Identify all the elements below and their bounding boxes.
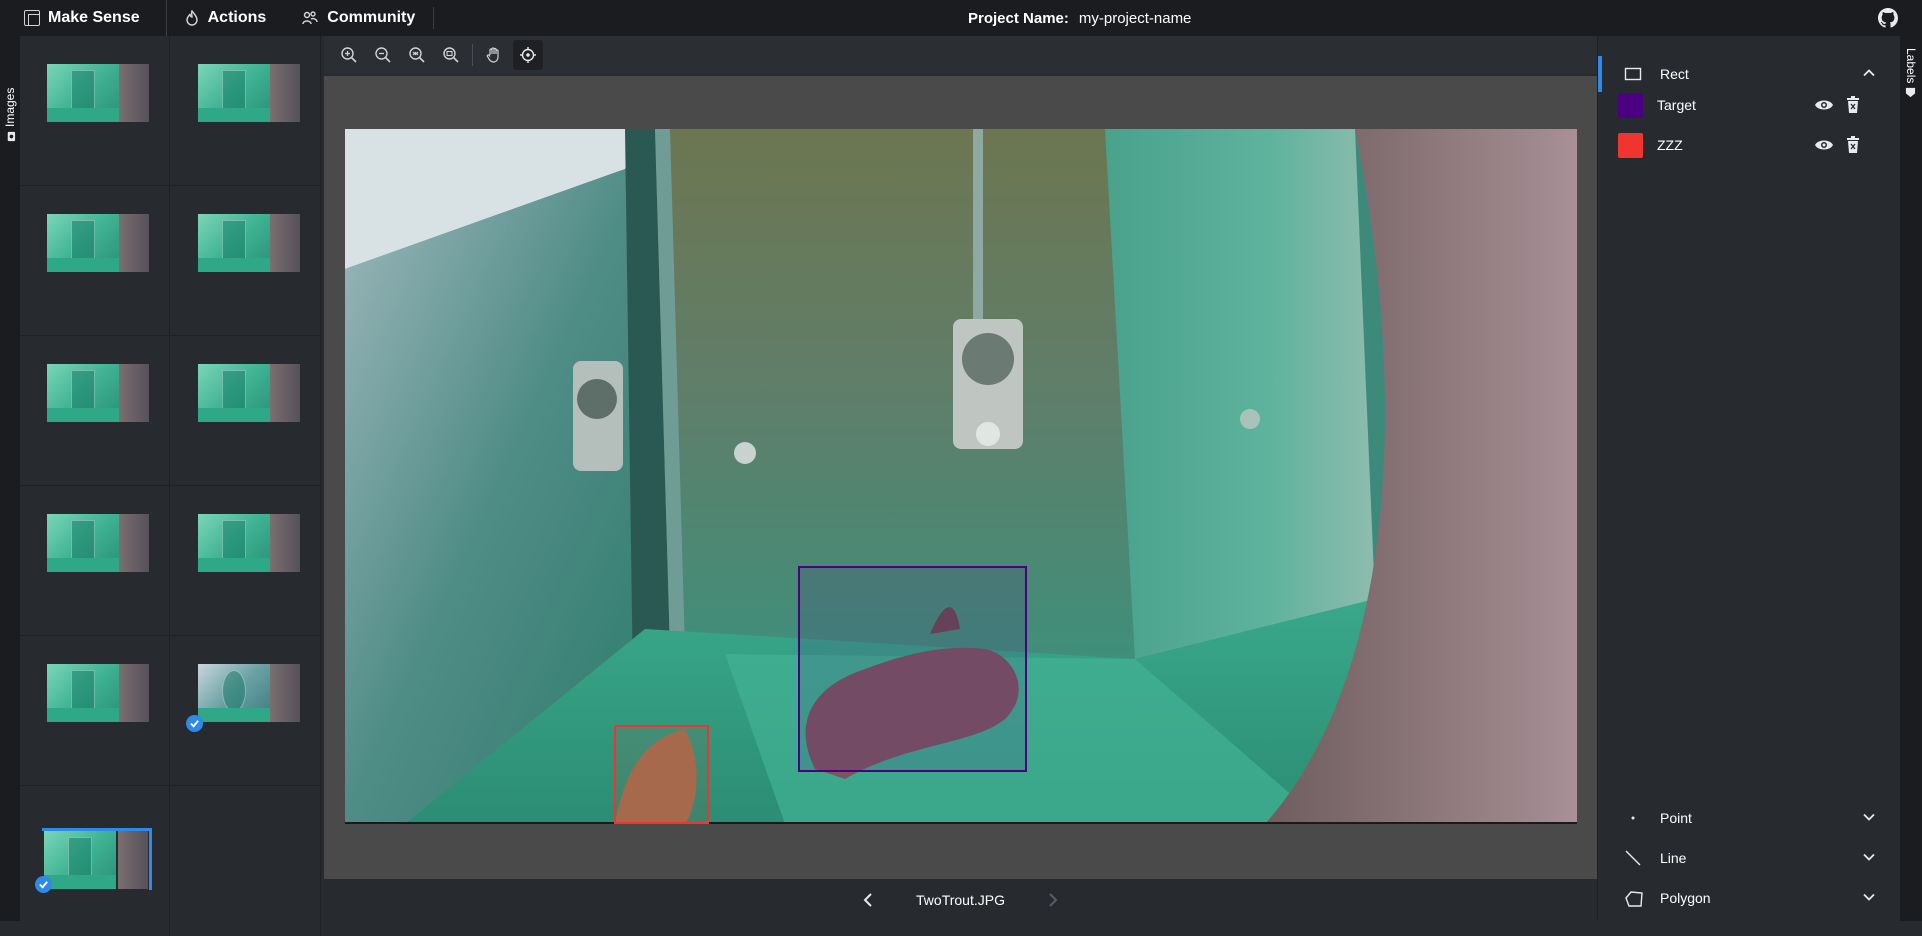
project-name-label: Project Name: <box>968 9 1069 27</box>
thumbnail-item-active[interactable] <box>20 786 170 936</box>
active-section-indicator <box>1598 56 1602 92</box>
thumbnail-image <box>47 64 149 122</box>
thumbnail-item[interactable] <box>20 486 170 636</box>
thumbnail-image <box>198 214 300 272</box>
thumbnail-image <box>198 364 300 422</box>
label-item-zzz[interactable]: ZZZ <box>1618 131 1878 159</box>
flame-icon <box>185 10 198 26</box>
people-icon <box>302 11 318 25</box>
github-icon[interactable] <box>1878 8 1898 28</box>
thumbnail-item[interactable] <box>20 36 170 186</box>
thumbnail-item[interactable] <box>20 186 170 336</box>
menu-divider <box>433 7 435 29</box>
thumbnail-item[interactable] <box>171 486 321 636</box>
point-icon <box>1631 816 1635 820</box>
brand[interactable]: Make Sense <box>0 0 167 36</box>
polygon-section-title: Polygon <box>1660 890 1711 906</box>
zoom-fit-icon[interactable] <box>402 40 432 70</box>
polygon-icon <box>1625 891 1643 907</box>
logo-icon <box>24 10 40 26</box>
tag-icon <box>1906 88 1916 98</box>
zoom-max-icon[interactable] <box>436 40 466 70</box>
chevron-down-icon[interactable] <box>1862 810 1876 824</box>
label-color-swatch[interactable] <box>1618 132 1643 158</box>
label-name: ZZZ <box>1657 137 1683 153</box>
images-side-tab[interactable]: Images <box>0 36 20 921</box>
labels-tab-label-wrap: Labels <box>1904 48 1918 98</box>
thumbnail-image <box>198 64 300 122</box>
checkmark-icon <box>186 715 203 732</box>
thumbnail-image <box>47 664 149 722</box>
thumbnail-item[interactable] <box>171 336 321 486</box>
thumbnail-item[interactable] <box>171 36 321 186</box>
thumbnail-item[interactable] <box>20 336 170 486</box>
thumbnail-image <box>47 364 149 422</box>
top-navigation-bar: Make Sense Actions Community Project Nam… <box>0 0 1922 36</box>
editor-toolbar <box>324 36 1597 74</box>
rect-section-title: Rect <box>1660 66 1689 82</box>
zoom-in-icon[interactable] <box>334 40 364 70</box>
rect-section-header[interactable]: Rect <box>1598 54 1901 94</box>
community-menu-label: Community <box>327 9 416 26</box>
point-section-header[interactable]: Point <box>1598 798 1901 838</box>
zoom-out-icon[interactable] <box>368 40 398 70</box>
bbox-zzz[interactable] <box>614 725 709 824</box>
project-name-value[interactable]: my-project-name <box>1079 10 1192 27</box>
label-color-swatch[interactable] <box>1618 92 1643 118</box>
pan-hand-icon[interactable] <box>479 40 509 70</box>
thumbnail-image <box>198 514 300 572</box>
label-item-target[interactable]: Target <box>1618 91 1878 119</box>
actions-menu-label: Actions <box>207 9 267 26</box>
chevron-left-icon[interactable] <box>862 892 874 908</box>
chevron-up-icon[interactable] <box>1862 66 1876 80</box>
eye-icon[interactable] <box>1814 97 1834 113</box>
thumbnail-image <box>47 214 149 272</box>
labels-tab-label: Labels <box>1904 48 1918 84</box>
labels-panel: Rect Target ZZZ Point Line Polygon <box>1597 36 1900 921</box>
thumbnail-image <box>198 664 300 722</box>
thumbnail-image <box>47 514 149 572</box>
images-tab-label-wrap: Images <box>3 88 17 142</box>
current-file-name: TwoTrout.JPG <box>916 892 1005 908</box>
image-navigation-bar: TwoTrout.JPG <box>324 879 1597 921</box>
toolbar-divider <box>472 44 473 66</box>
point-section-title: Point <box>1660 810 1692 826</box>
trash-icon[interactable] <box>1846 96 1860 114</box>
thumbnail-item[interactable] <box>171 186 321 336</box>
thumbnail-empty-cell <box>171 786 321 936</box>
chevron-right-icon[interactable] <box>1047 892 1059 908</box>
brand-name: Make Sense <box>48 9 140 26</box>
trash-icon[interactable] <box>1846 136 1860 154</box>
polygon-section-header[interactable]: Polygon <box>1598 878 1901 918</box>
thumbnail-item[interactable] <box>20 636 170 786</box>
line-section-title: Line <box>1660 850 1687 866</box>
checkmark-icon <box>35 876 52 893</box>
rectangle-icon <box>1624 67 1642 81</box>
crosshair-icon[interactable] <box>513 40 543 70</box>
bbox-target[interactable] <box>798 566 1027 772</box>
community-menu[interactable]: Community <box>284 0 433 36</box>
thumbnail-image <box>44 831 148 889</box>
images-tab-label: Images <box>3 87 17 127</box>
image-thumbnail-list <box>20 36 324 936</box>
thumbnail-item[interactable] <box>171 636 321 786</box>
line-icon <box>1625 850 1641 866</box>
annotated-image[interactable] <box>345 129 1577 824</box>
chevron-down-icon[interactable] <box>1862 850 1876 864</box>
camera-icon <box>7 131 15 142</box>
label-name: Target <box>1657 97 1696 113</box>
labels-side-tab[interactable]: Labels <box>1900 36 1922 921</box>
project-name-field: Project Name: my-project-name <box>968 0 1191 36</box>
actions-menu[interactable]: Actions <box>167 0 285 36</box>
eye-icon[interactable] <box>1814 137 1834 153</box>
line-section-header[interactable]: Line <box>1598 838 1901 878</box>
chevron-down-icon[interactable] <box>1862 890 1876 904</box>
